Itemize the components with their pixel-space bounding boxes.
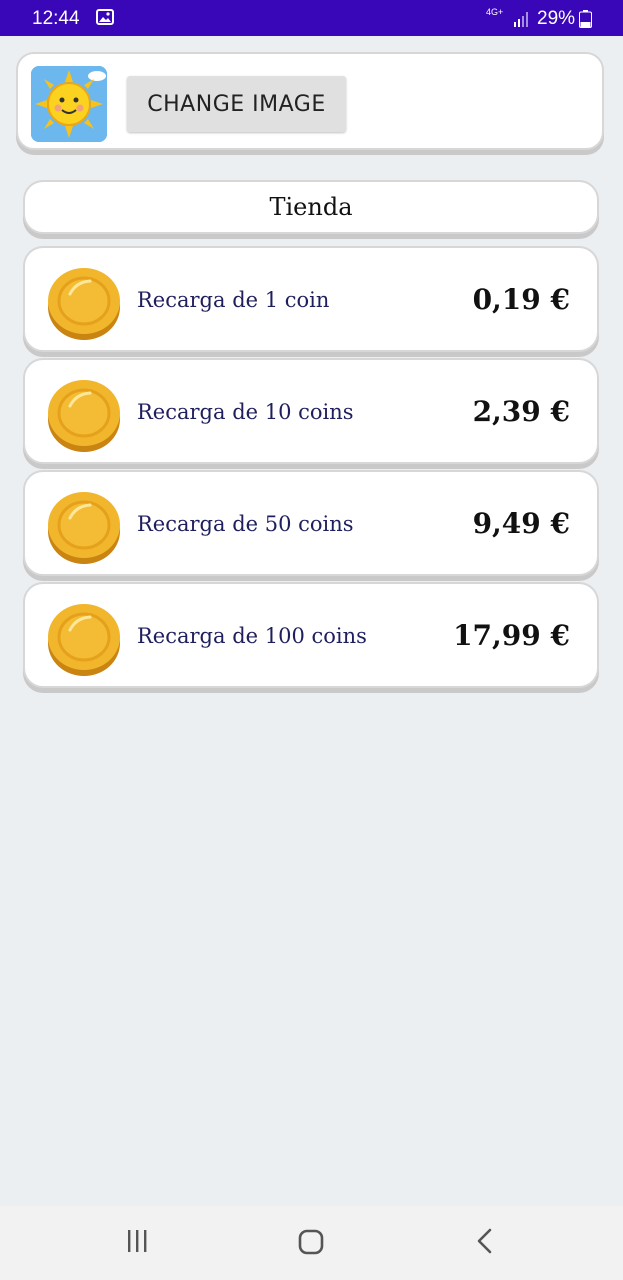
- back-button[interactable]: [466, 1228, 506, 1258]
- product-item-1-coin[interactable]: Recarga de 1 coin 0,19 €: [23, 246, 599, 352]
- product-label: Recarga de 1 coin: [137, 288, 330, 312]
- product-label: Recarga de 10 coins: [137, 400, 354, 424]
- product-price: 9,49 €: [472, 507, 570, 540]
- battery-icon: [579, 10, 592, 28]
- coin-icon: [48, 604, 120, 676]
- change-image-button[interactable]: CHANGE IMAGE: [127, 76, 346, 132]
- product-price: 2,39 €: [472, 395, 570, 428]
- home-button[interactable]: [291, 1228, 331, 1258]
- product-label: Recarga de 50 coins: [137, 512, 354, 536]
- product-price: 17,99 €: [453, 619, 570, 652]
- status-time: 12:44: [32, 8, 80, 29]
- system-navigation-bar: [0, 1206, 623, 1280]
- product-price: 0,19 €: [472, 283, 570, 316]
- battery-percent: 29%: [537, 8, 576, 29]
- signal-icon: [514, 12, 528, 27]
- coin-icon: [48, 268, 120, 340]
- store-title: Tienda: [23, 180, 599, 234]
- status-bar: 12:44 4G+ 29%: [0, 0, 623, 36]
- coin-icon: [48, 492, 120, 564]
- product-list: Recarga de 1 coin 0,19 € Recarga de 10 c…: [23, 246, 599, 694]
- recent-apps-icon: [128, 1230, 147, 1252]
- product-label: Recarga de 100 coins: [137, 624, 367, 648]
- recent-apps-button[interactable]: [117, 1228, 157, 1258]
- product-item-10-coins[interactable]: Recarga de 10 coins 2,39 €: [23, 358, 599, 464]
- product-item-100-coins[interactable]: Recarga de 100 coins 17,99 €: [23, 582, 599, 688]
- back-icon: [477, 1228, 492, 1254]
- product-item-50-coins[interactable]: Recarga de 50 coins 9,49 €: [23, 470, 599, 576]
- home-icon: [298, 1229, 324, 1255]
- profile-image-card: CHANGE IMAGE: [16, 52, 604, 150]
- network-type-label: 4G+: [486, 7, 504, 17]
- gallery-notification-icon: [96, 9, 114, 25]
- coin-icon: [48, 380, 120, 452]
- sun-icon: [31, 66, 107, 142]
